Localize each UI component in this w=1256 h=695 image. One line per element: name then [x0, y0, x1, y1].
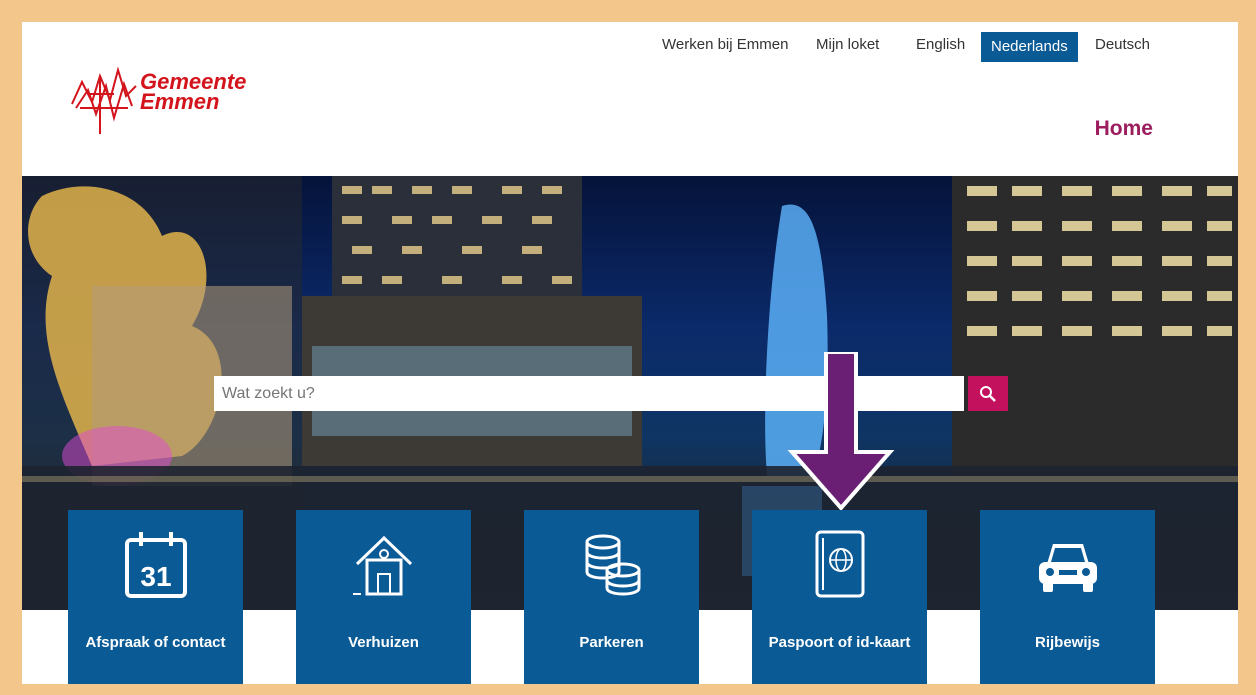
lang-deutsch[interactable]: Deutsch: [1095, 36, 1150, 53]
logo-text: Gemeente Emmen: [140, 71, 246, 114]
search-icon: [980, 385, 996, 402]
tile-parkeren[interactable]: Parkeren: [524, 510, 699, 684]
coins-icon: [585, 534, 640, 596]
lang-english[interactable]: English: [916, 36, 965, 53]
search-button[interactable]: [968, 376, 1008, 411]
lang-nederlands[interactable]: Nederlands: [981, 32, 1078, 62]
annotation-arrow-icon: [787, 352, 895, 512]
page-title: Home: [1094, 117, 1153, 140]
tile-label: Verhuizen: [348, 634, 419, 651]
house-icon: [352, 535, 412, 596]
link-mijn-loket[interactable]: Mijn loket: [816, 36, 879, 53]
page: Werken bij Emmen Mijn loket English Nede…: [22, 22, 1238, 684]
logo-line2: Emmen: [140, 89, 220, 114]
car-icon: [1038, 544, 1097, 592]
tile-rijbewijs[interactable]: Rijbewijs: [980, 510, 1155, 684]
tile-label: Rijbewijs: [1034, 634, 1101, 651]
tile-label: Afspraak of contact: [85, 634, 226, 651]
link-werken-bij-emmen[interactable]: Werken bij Emmen: [662, 36, 788, 53]
tile-verhuizen[interactable]: Verhuizen: [296, 510, 471, 684]
top-navigation: Werken bij Emmen Mijn loket English Nede…: [22, 32, 1238, 62]
calendar-day-number: 31: [140, 561, 171, 592]
logo-mark-icon: [71, 66, 137, 134]
gemeente-emmen-logo[interactable]: Gemeente Emmen: [70, 64, 280, 136]
tile-afspraak-of-contact[interactable]: 31 Afspraak of contact: [68, 510, 243, 684]
tile-label: Parkeren: [579, 634, 644, 651]
tile-label: Paspoort of id-kaart: [768, 634, 911, 651]
quick-links: 31 Afspraak of contact Verhuizen Parkere…: [22, 510, 1238, 684]
passport-icon: [815, 530, 864, 598]
tile-paspoort-of-id-kaart[interactable]: Paspoort of id-kaart: [752, 510, 927, 684]
calendar-icon: 31: [124, 532, 187, 598]
